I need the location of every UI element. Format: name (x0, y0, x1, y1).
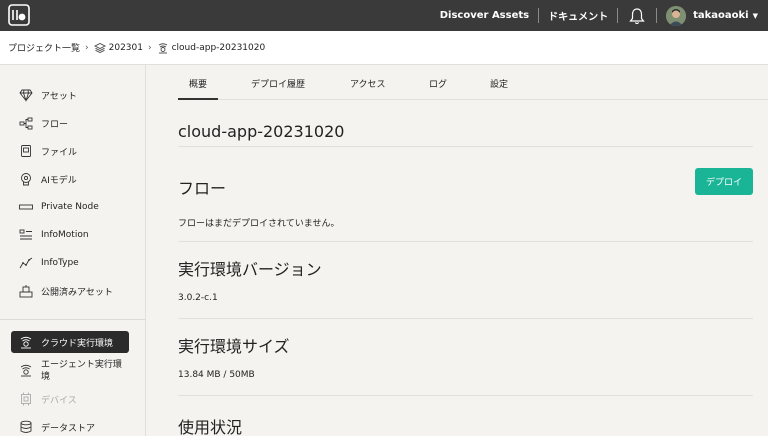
device-icon (19, 392, 33, 406)
infomotion-icon (19, 228, 33, 242)
bell-icon[interactable] (627, 6, 647, 26)
file-icon (19, 144, 33, 158)
tab-deploy-history[interactable]: デプロイ履歴 (251, 77, 305, 90)
sidebar: アセット フロー ファイル AIモデル Private Node InfoMot… (0, 65, 146, 436)
flow-status-text: フローはまだデプロイされていません。 (178, 219, 340, 229)
sidebar-item-agent-runtime[interactable]: エージェント実行環境 (11, 357, 129, 387)
sidebar-item-datastore[interactable]: データストア (11, 416, 129, 436)
sidebar-item-ai-model[interactable]: AIモデル (11, 168, 129, 190)
sidebar-item-label: Private Node (41, 202, 99, 212)
divider (178, 146, 753, 147)
flow-section-title: フロー (178, 179, 227, 198)
cloud-runtime-icon (157, 42, 169, 54)
flow-icon (19, 116, 33, 130)
divider (178, 318, 753, 319)
divider (538, 8, 540, 23)
divider (178, 241, 753, 242)
breadcrumb-project-list[interactable]: プロジェクト一覧 (8, 41, 80, 54)
documents-link[interactable]: ドキュメント (548, 8, 608, 23)
ai-model-icon (19, 172, 33, 186)
layers-icon (93, 42, 106, 54)
runtime-size-value: 13.84 MB / 50MB (178, 370, 255, 380)
avatar[interactable] (666, 5, 687, 26)
sidebar-item-files[interactable]: ファイル (11, 140, 129, 162)
sidebar-item-label: ファイル (41, 147, 78, 158)
tab-overview[interactable]: 概要 (189, 77, 207, 90)
sidebar-item-label: InfoType (41, 258, 79, 268)
sidebar-item-label: アセット (41, 91, 77, 102)
sidebar-item-label: AIモデル (41, 175, 77, 186)
page-title: cloud-app-20231020 (178, 122, 345, 141)
divider (617, 8, 619, 23)
usage-title: 使用状況 (178, 418, 243, 436)
sidebar-item-label: 公開済みアセット (41, 287, 113, 298)
runtime-size-title: 実行環境サイズ (178, 337, 290, 356)
sidebar-item-label: データストア (41, 423, 96, 434)
diamond-icon (19, 88, 33, 102)
sidebar-item-devices[interactable]: デバイス (11, 388, 129, 410)
tab-settings[interactable]: 設定 (490, 77, 508, 90)
sidebar-item-label: InfoMotion (41, 230, 89, 240)
sidebar-item-assets[interactable]: アセット (11, 84, 129, 106)
runtime-version-title: 実行環境バージョン (178, 260, 322, 279)
breadcrumb: プロジェクト一覧 › 202301 › cloud-app-20231020 (0, 31, 768, 65)
divider (178, 395, 753, 396)
published-assets-icon (19, 284, 33, 298)
sidebar-item-flow[interactable]: フロー (11, 112, 129, 134)
chevron-down-icon[interactable]: ▼ (753, 12, 758, 20)
tab-bar: 概要 デプロイ履歴 アクセス ログ 設定 (178, 65, 768, 100)
sidebar-item-published-assets[interactable]: 公開済みアセット (11, 280, 129, 302)
tab-logs[interactable]: ログ (429, 77, 447, 90)
sidebar-divider (0, 319, 146, 320)
main-content: 概要 デプロイ履歴 アクセス ログ 設定 cloud-app-20231020 … (147, 65, 768, 436)
sidebar-item-label: クラウド実行環境 (41, 338, 114, 349)
sidebar-item-infotype[interactable]: InfoType (11, 252, 129, 274)
sidebar-item-cloud-runtime[interactable]: クラウド実行環境 (11, 331, 129, 353)
sidebar-item-private-node[interactable]: Private Node (11, 196, 129, 218)
sidebar-item-infomotion[interactable]: InfoMotion (11, 224, 129, 246)
datastore-icon (19, 420, 33, 434)
node-icon (19, 200, 33, 214)
username[interactable]: takaoaoki (693, 10, 749, 21)
infotype-icon (19, 256, 33, 270)
discover-assets-link[interactable]: Discover Assets (440, 10, 529, 21)
cloud-runtime-icon (19, 335, 33, 349)
app-logo-icon[interactable] (8, 4, 30, 26)
breadcrumb-app[interactable]: cloud-app-20231020 (172, 43, 266, 53)
runtime-version-value: 3.0.2-c.1 (178, 293, 218, 303)
chevron-right-icon: › (147, 42, 152, 53)
sidebar-item-label: エージェント実行環境 (41, 360, 122, 382)
top-bar: Discover Assets ドキュメント takaoaoki ▼ (0, 0, 768, 31)
agent-runtime-icon (19, 363, 33, 377)
breadcrumb-project[interactable]: 202301 (109, 43, 143, 53)
active-tab-indicator (178, 98, 218, 100)
tab-access[interactable]: アクセス (350, 77, 386, 90)
deploy-button[interactable]: デプロイ (695, 168, 753, 195)
chevron-right-icon: › (85, 42, 89, 53)
divider (656, 8, 658, 23)
sidebar-item-label: デバイス (41, 395, 77, 406)
sidebar-item-label: フロー (41, 119, 69, 130)
